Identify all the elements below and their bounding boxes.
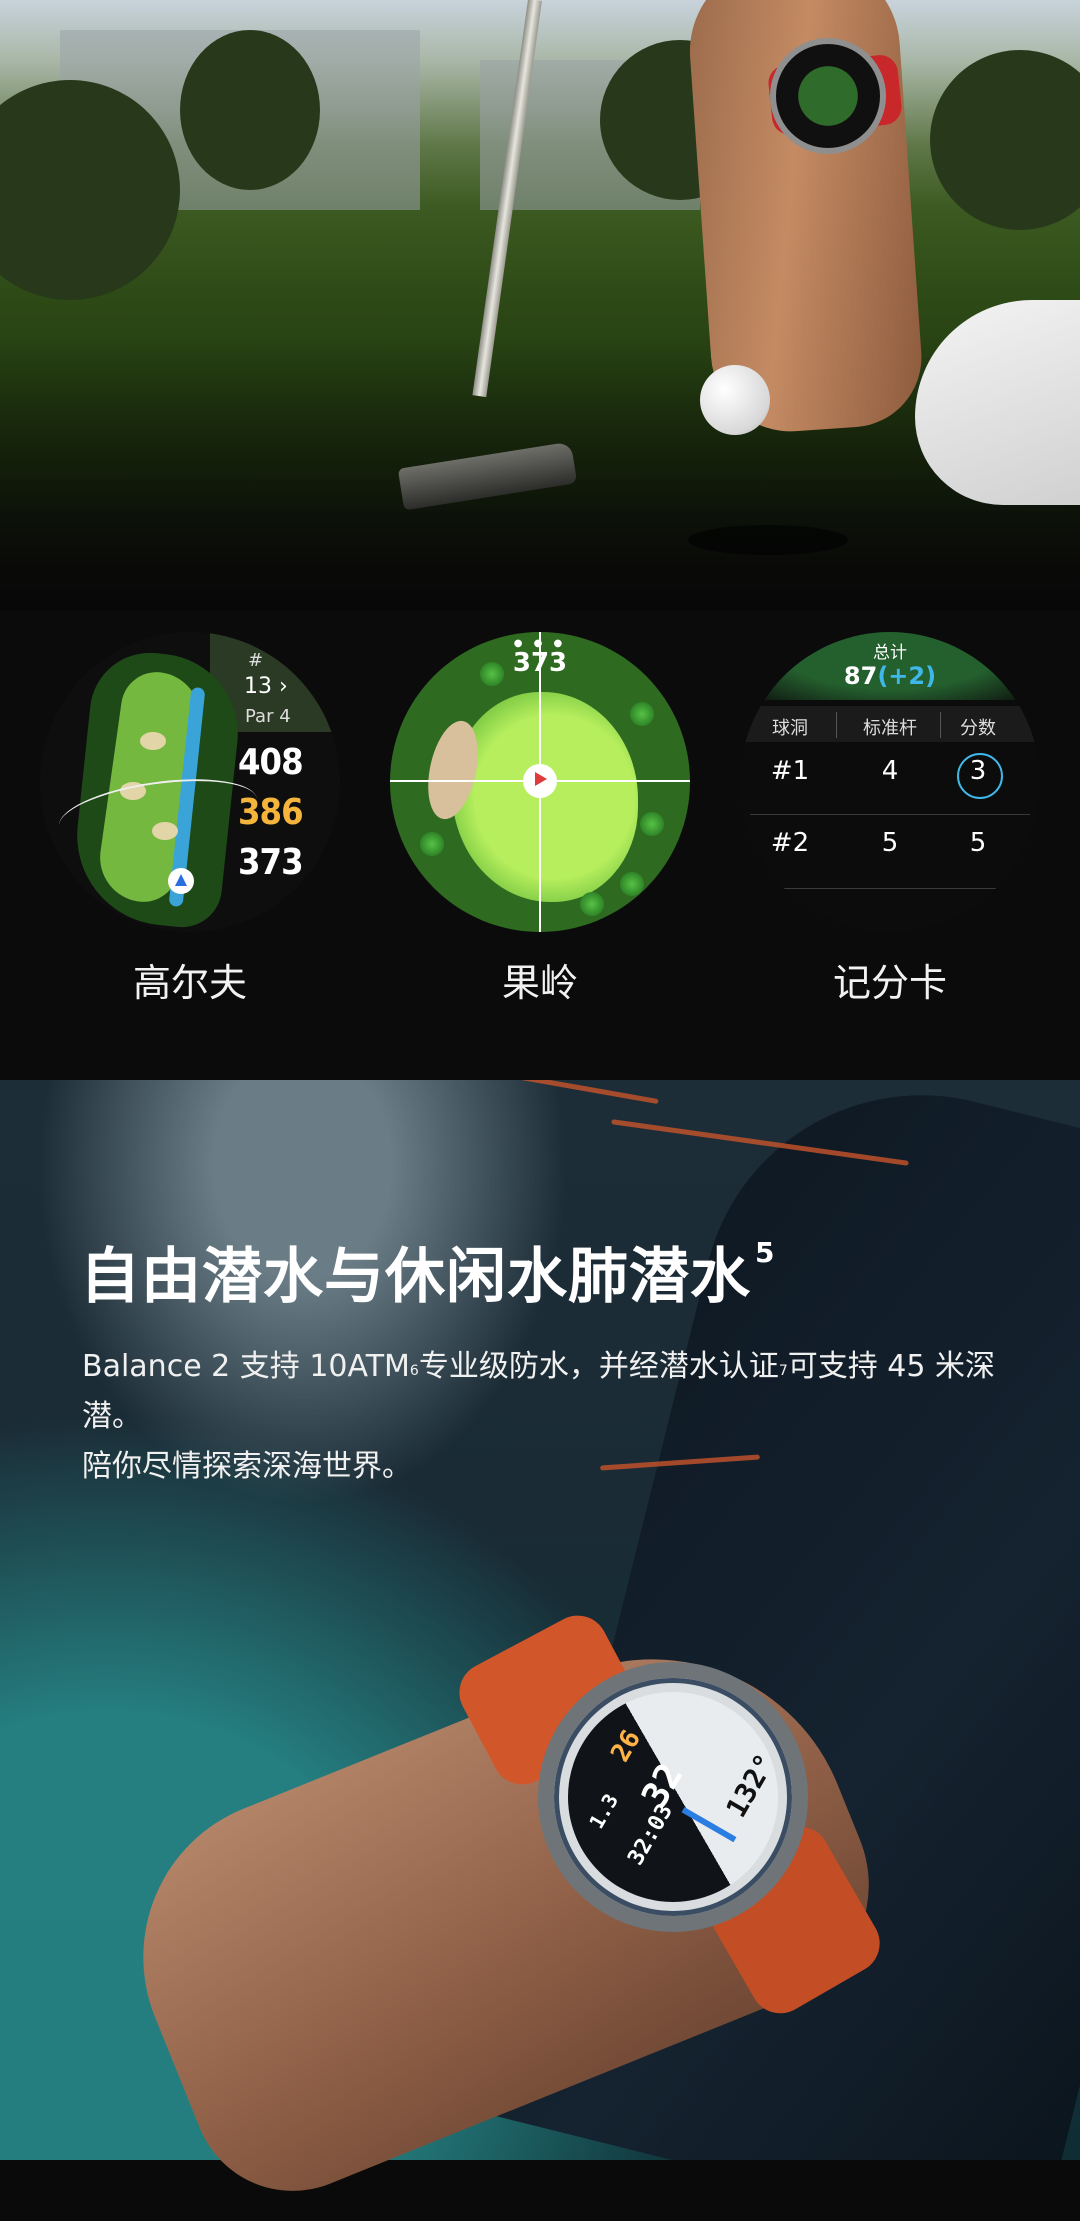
dive-smartwatch: 32:03 32 26 1.3 132°	[529, 1653, 817, 1941]
green-view-dial: ● ● ● 373	[390, 632, 690, 932]
tree	[180, 30, 320, 190]
row-divider	[750, 888, 1030, 889]
shrub	[580, 892, 604, 916]
golf-ball	[700, 365, 770, 435]
distance-middle: 386	[238, 792, 304, 833]
compass-bar	[681, 1807, 737, 1843]
total-score: 87(+2)	[843, 662, 937, 690]
shrub	[640, 812, 664, 836]
tree	[930, 50, 1080, 230]
pin-flag-icon	[523, 764, 557, 798]
dive-description: Balance 2 支持 10ATM6专业级防水，并经潜水认证7可支持 45 米…	[82, 1349, 996, 1484]
wetsuit-stripe	[441, 1080, 659, 1105]
dive-depth: 32	[634, 1756, 692, 1815]
row-1-score: 3	[969, 756, 987, 786]
dive-section-title: 自由潜水与休闲水肺潜水 5	[80, 1236, 776, 1312]
scorecard-dial: 总计 87(+2) 球洞 标准杆 分数 #1 4 3 #2 5 5	[740, 632, 1040, 932]
column-header-hole: 球洞	[772, 718, 808, 739]
shrub	[630, 702, 654, 726]
column-header-score: 分数	[960, 718, 996, 739]
scorecard-caption: 记分卡	[832, 961, 947, 1005]
putter-head	[397, 441, 578, 511]
par-label: Par 4	[245, 706, 291, 727]
hole-hash-label: #	[248, 650, 264, 671]
row-1-hole: #1	[770, 756, 810, 786]
bunker	[140, 732, 166, 750]
hole-map-caption: 高尔夫	[132, 961, 247, 1005]
row-2-par: 5	[881, 828, 899, 858]
column-divider	[836, 712, 837, 738]
shrub	[420, 832, 444, 856]
footnote-marker: 6	[409, 1363, 419, 1379]
row-divider	[750, 814, 1030, 815]
golf-hero-image	[0, 0, 1080, 610]
player-location-icon	[168, 868, 194, 894]
golf-shoe	[915, 300, 1080, 505]
shrub	[620, 872, 644, 896]
green-distance: 373	[512, 648, 568, 678]
green-view-caption: 果岭	[501, 961, 578, 1005]
chevron-right-icon: ›	[279, 674, 288, 699]
column-header-par: 标准杆	[863, 718, 917, 739]
row-2-hole: #2	[770, 828, 810, 858]
footnote-marker: 5	[755, 1236, 776, 1269]
smartwatch	[770, 38, 886, 154]
hole-number: 13 ›	[244, 674, 288, 699]
row-2-score: 5	[969, 828, 987, 858]
golf-hole	[688, 525, 848, 555]
row-1-par: 4	[881, 756, 899, 786]
footnote-marker: 7	[778, 1363, 788, 1379]
distance-front: 373	[238, 842, 304, 883]
compass-heading: 132°	[719, 1748, 782, 1824]
hole-map-dial: # 13 › Par 4 408 386 373	[40, 632, 340, 932]
distance-back: 408	[238, 742, 304, 783]
dive-ascent-rate: 1.3	[584, 1789, 624, 1833]
total-delta: (+2)	[877, 662, 937, 690]
total-label: 总计	[873, 643, 907, 663]
dive-ndl: 26	[605, 1725, 647, 1768]
